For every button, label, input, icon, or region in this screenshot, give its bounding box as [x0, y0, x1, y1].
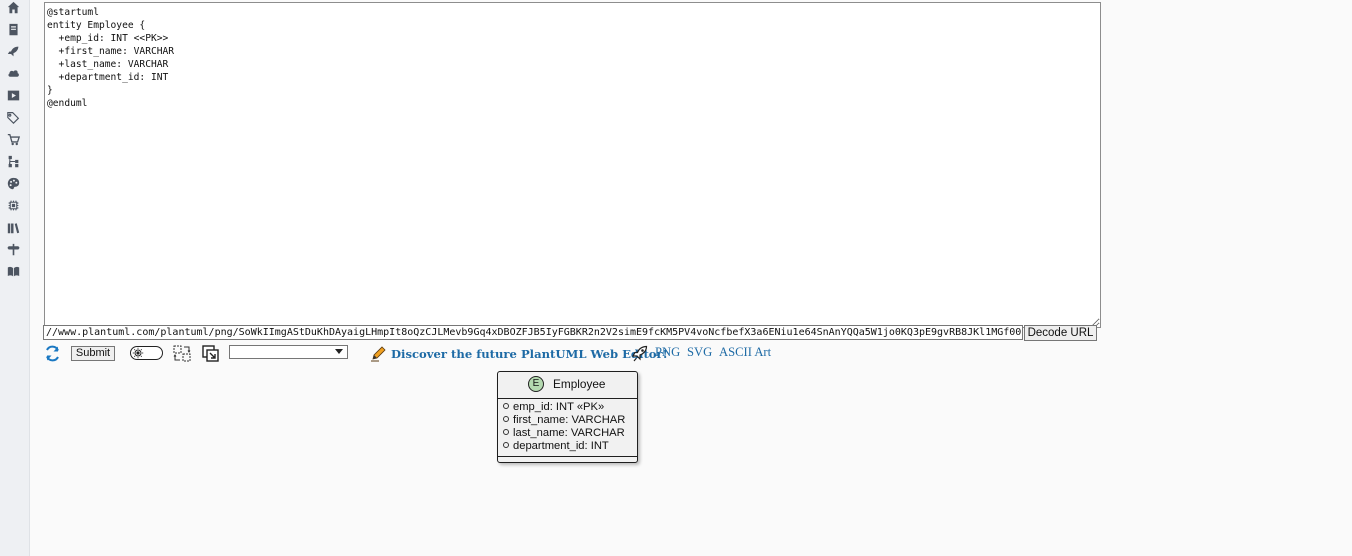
open-book-icon[interactable]	[6, 264, 21, 279]
entity-attribute: first_name: VARCHAR	[503, 414, 625, 427]
public-field-icon	[503, 416, 509, 422]
entity-attribute: last_name: VARCHAR	[503, 427, 625, 440]
swap-layout-icon[interactable]	[173, 345, 191, 362]
entity-attribute: emp_id: INT «PK»	[503, 401, 604, 414]
png-link[interactable]: PNG	[655, 344, 680, 360]
play-icon[interactable]	[6, 88, 21, 103]
rocket-icon	[632, 345, 648, 362]
chip-icon[interactable]	[6, 198, 21, 213]
entity-divider	[498, 456, 637, 457]
discover-editor-link[interactable]: Discover the future PlantUML Web Editor!	[391, 346, 668, 362]
refresh-icon[interactable]	[44, 345, 61, 362]
signpost-icon[interactable]	[6, 242, 21, 257]
public-field-icon	[503, 403, 509, 409]
entity-attribute: department_id: INT	[503, 440, 609, 453]
entity-badge: E	[528, 376, 544, 392]
code-editor[interactable]	[44, 2, 1101, 328]
pencil-icon	[371, 346, 386, 362]
entity-header: E Employee	[498, 372, 637, 398]
entity-divider	[498, 398, 637, 399]
entity-employee: E Employee emp_id: INT «PK» first_name: …	[497, 371, 638, 463]
decode-url-button[interactable]: Decode URL	[1024, 325, 1097, 341]
theme-toggle[interactable]	[130, 345, 164, 361]
tags-icon[interactable]	[6, 110, 21, 125]
entity-name: Employee	[553, 377, 606, 391]
home-icon[interactable]	[6, 0, 21, 15]
rocket-icon[interactable]	[6, 44, 21, 59]
ascii-art-link[interactable]: ASCII Art	[719, 344, 771, 360]
copy-icon[interactable]	[202, 345, 219, 362]
library-icon[interactable]	[6, 220, 21, 235]
svg-link[interactable]: SVG	[687, 344, 712, 360]
public-field-icon	[503, 442, 509, 448]
palette-icon[interactable]	[6, 176, 21, 191]
sitemap-icon[interactable]	[6, 154, 21, 169]
book-icon[interactable]	[6, 22, 21, 37]
sidebar	[0, 0, 30, 556]
submit-button[interactable]: Submit	[71, 346, 115, 361]
url-input[interactable]: //www.plantuml.com/plantuml/png/SoWkIImg…	[43, 325, 1023, 340]
public-field-icon	[503, 429, 509, 435]
chevron-down-icon	[335, 349, 343, 354]
cart-icon[interactable]	[6, 132, 21, 147]
diagram-select[interactable]	[229, 345, 348, 359]
cloud-icon[interactable]	[6, 66, 21, 81]
